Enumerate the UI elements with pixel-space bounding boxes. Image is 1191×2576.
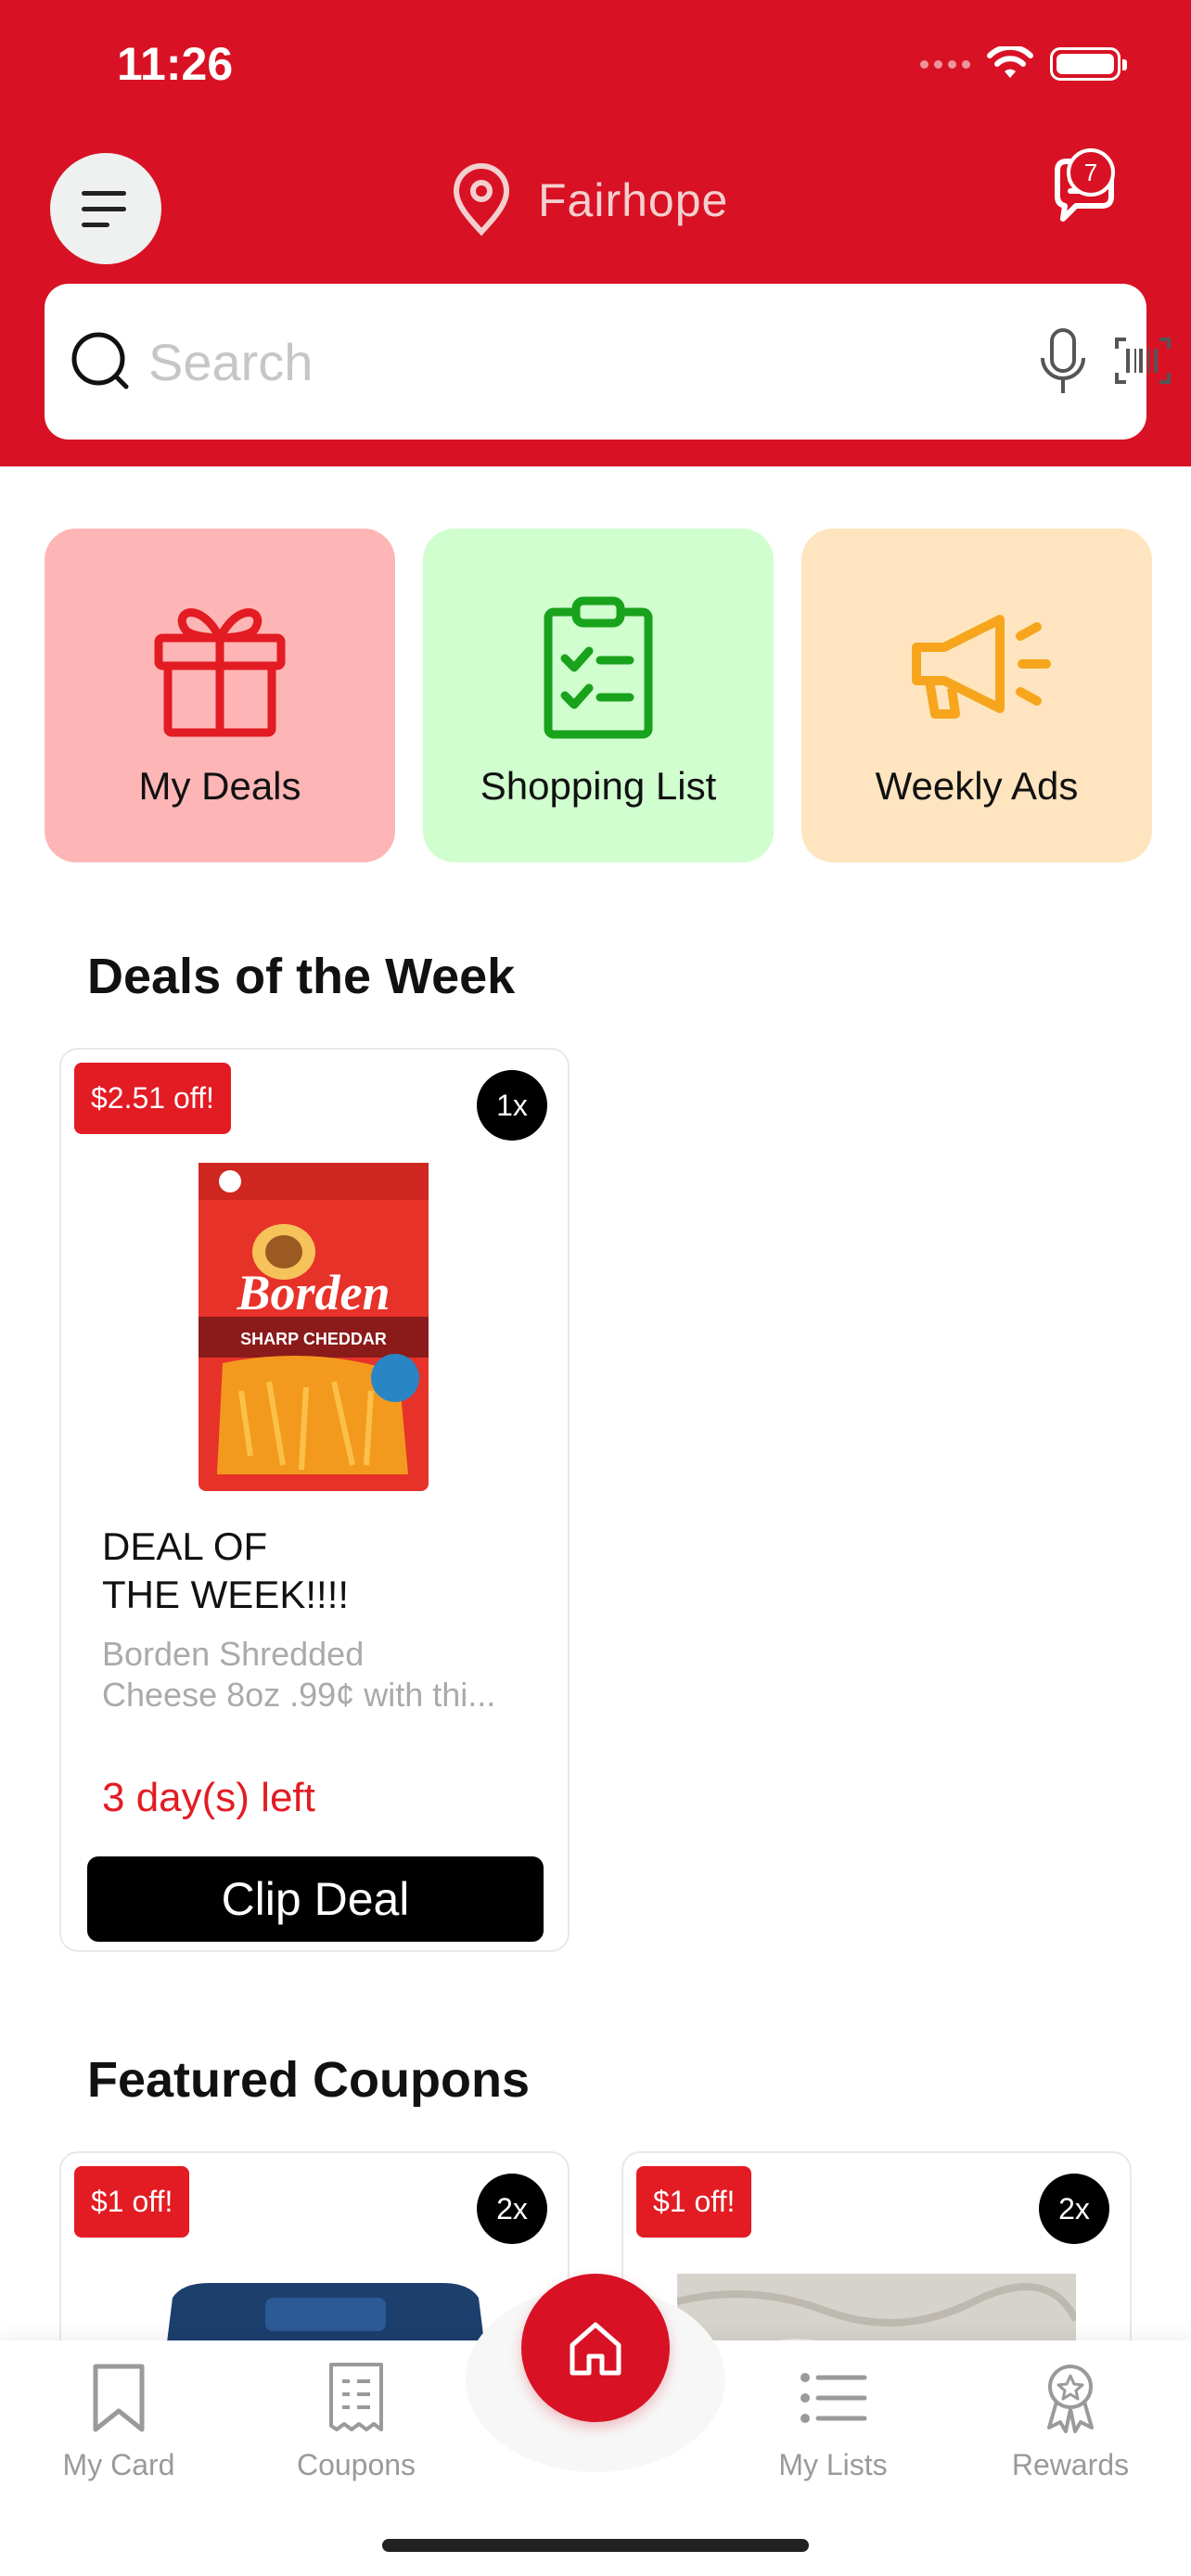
tab-rewards[interactable]: Rewards: [978, 2361, 1163, 2482]
tab-coupons[interactable]: Coupons: [263, 2361, 449, 2482]
tab-my-lists[interactable]: My Lists: [740, 2361, 926, 2482]
clipboard-check-icon: [544, 596, 653, 739]
tab-label: My Lists: [778, 2448, 888, 2481]
tab-label: Coupons: [296, 2448, 416, 2481]
tab-label: Rewards: [1011, 2448, 1130, 2481]
deal-description: Borden Shredded Cheese 8oz .99¢ with thi…: [102, 1635, 496, 1714]
tile-label: Weekly Ads: [875, 764, 1079, 808]
home-icon: [570, 2322, 621, 2376]
days-left: 3 day(s) left: [102, 1775, 315, 1820]
search-input[interactable]: [148, 331, 965, 392]
section-title-coupons: Featured Coupons: [87, 2052, 531, 2108]
product-image: Borden SHARP CHEDDAR: [198, 1163, 429, 1491]
app-header: 11:26 Fairhope 7: [0, 0, 1191, 466]
quantity-badge: 2x: [477, 2174, 547, 2244]
tile-my-deals[interactable]: My Deals: [45, 529, 395, 862]
list-icon: [800, 2373, 867, 2423]
discount-badge: $1 off!: [74, 2166, 190, 2238]
svg-text:Borden: Borden: [236, 1265, 390, 1320]
cellular-signal-icon: [920, 59, 970, 69]
receipt-icon: [329, 2363, 383, 2431]
deal-card[interactable]: $2.51 off! 1x Borden SHARP CHEDDAR DEAL …: [59, 1048, 570, 1952]
discount-badge: $1 off!: [636, 2166, 752, 2238]
messages-badge: 7: [1067, 148, 1115, 197]
tile-shopping-list[interactable]: Shopping List: [423, 529, 774, 862]
bookmark-icon: [93, 2364, 145, 2432]
wifi-icon: [987, 46, 1033, 78]
home-indicator: [382, 2539, 809, 2552]
location-selector[interactable]: Fairhope: [449, 163, 728, 237]
svg-text:SHARP CHEDDAR: SHARP CHEDDAR: [240, 1330, 387, 1348]
award-icon: [1047, 2365, 1094, 2433]
location-name: Fairhope: [538, 174, 729, 226]
tab-label: My Card: [62, 2448, 175, 2481]
discount-badge: $2.51 off!: [74, 1063, 231, 1134]
menu-icon: [82, 190, 126, 196]
tile-weekly-ads[interactable]: Weekly Ads: [801, 529, 1152, 862]
gift-icon: [154, 608, 286, 737]
search-bar[interactable]: [45, 284, 1171, 440]
home-button[interactable]: [521, 2274, 670, 2422]
status-time: 11:26: [117, 38, 234, 90]
status-icons: [920, 46, 1127, 82]
deal-title: DEAL OF THE WEEK!!!!: [102, 1524, 350, 1616]
tab-my-card[interactable]: My Card: [26, 2361, 211, 2482]
quantity-badge: 2x: [1039, 2174, 1109, 2244]
search-icon: [71, 332, 129, 389]
microphone-icon[interactable]: [1037, 326, 1089, 399]
barcode-scan-icon[interactable]: [1113, 336, 1172, 386]
section-title-deals: Deals of the Week: [87, 949, 516, 1004]
menu-button[interactable]: [50, 153, 161, 264]
battery-icon: [1050, 47, 1127, 81]
quantity-badge: 1x: [477, 1070, 547, 1141]
clip-deal-button[interactable]: Clip Deal: [87, 1856, 544, 1942]
tile-label: My Deals: [138, 764, 301, 808]
megaphone-icon: [912, 615, 1051, 719]
location-pin-icon: [453, 163, 510, 236]
tile-label: Shopping List: [480, 764, 717, 808]
